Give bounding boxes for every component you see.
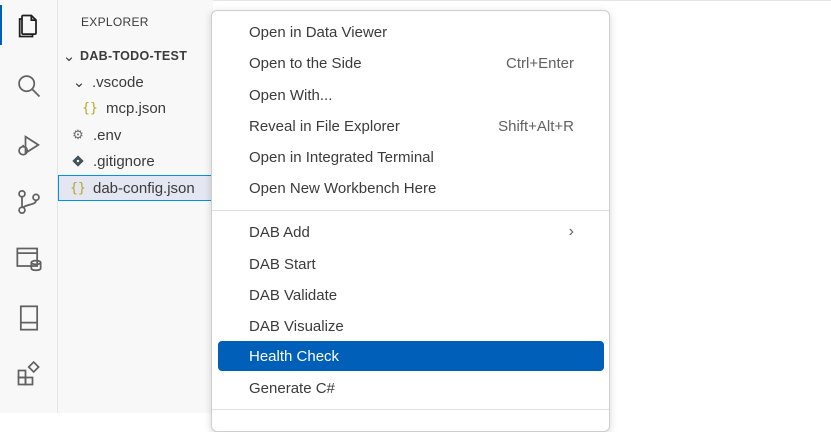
menu-label: DAB Add <box>249 223 310 241</box>
menu-label: Open in Integrated Terminal <box>249 148 434 166</box>
root-label: DAB-TODO-TEST <box>80 49 188 63</box>
menu-label: Open With... <box>249 86 333 104</box>
menu-dab-add[interactable]: DAB Add › <box>218 217 604 247</box>
menu-open-in-data-viewer[interactable]: Open in Data Viewer <box>218 17 604 47</box>
context-menu: Open in Data Viewer Open to the Side Ctr… <box>211 10 610 432</box>
tree-item-dab-config-json[interactable]: {} dab-config.json <box>58 175 225 201</box>
menu-label: DAB Validate <box>249 286 338 304</box>
tree-item-label: .vscode <box>92 73 144 91</box>
menu-dab-start[interactable]: DAB Start <box>218 249 604 279</box>
menu-dab-visualize[interactable]: DAB Visualize <box>218 311 604 341</box>
menu-health-check[interactable]: Health Check <box>218 341 604 371</box>
git-icon <box>70 155 86 167</box>
tree-item-gitignore[interactable]: .gitignore <box>58 148 225 174</box>
search-icon[interactable] <box>0 66 57 106</box>
chevron-right-icon: › <box>568 223 574 240</box>
extensions-icon[interactable] <box>0 354 57 394</box>
menu-label: Open in Data Viewer <box>249 23 388 41</box>
sidebar-title: EXPLORER <box>81 15 149 29</box>
tree-item-label: dab-config.json <box>93 179 195 197</box>
menu-label: Generate C# <box>249 379 335 397</box>
tree-item-label: mcp.json <box>106 99 167 117</box>
menu-open-new-workbench-here[interactable]: Open New Workbench Here <box>218 173 604 203</box>
layout-icon[interactable] <box>0 298 57 338</box>
menu-label: DAB Start <box>249 255 316 273</box>
json-file-icon: {} <box>82 100 98 116</box>
menu-open-to-the-side[interactable]: Open to the Side Ctrl+Enter <box>218 48 604 78</box>
menu-reveal-in-file-explorer[interactable]: Reveal in File Explorer Shift+Alt+R <box>218 111 604 141</box>
tree-item-label: .gitignore <box>93 152 155 170</box>
run-debug-icon[interactable] <box>0 126 57 166</box>
explorer-icon[interactable] <box>0 6 57 46</box>
menu-shortcut: Ctrl+Enter <box>506 54 574 72</box>
tree-root[interactable]: ⌄ DAB-TODO-TEST <box>58 43 217 69</box>
chevron-down-icon: ⌄ <box>72 74 86 91</box>
chevron-down-icon: ⌄ <box>62 48 76 65</box>
activity-bar <box>0 0 58 413</box>
menu-label: Open New Workbench Here <box>249 179 437 197</box>
tree-item-label: .env <box>93 126 122 144</box>
menu-label: Reveal in File Explorer <box>249 117 400 135</box>
json-file-icon: {} <box>70 180 86 196</box>
menu-separator <box>212 210 609 211</box>
source-control-icon[interactable] <box>0 182 57 222</box>
menu-separator <box>212 409 609 410</box>
gear-icon: ⚙ <box>72 127 84 142</box>
menu-dab-validate[interactable]: DAB Validate <box>218 280 604 310</box>
menu-label: DAB Visualize <box>249 317 344 335</box>
tree-item-vscode[interactable]: ⌄ .vscode <box>58 69 227 95</box>
menu-open-with[interactable]: Open With... <box>218 80 604 110</box>
tree-item-env[interactable]: ⚙ .env <box>58 122 225 148</box>
menu-label: Health Check <box>249 347 340 365</box>
database-icon[interactable] <box>0 239 57 279</box>
explorer-sidebar: EXPLORER ⌄ DAB-TODO-TEST ⌄ .vscode {} mc… <box>58 0 225 413</box>
menu-open-in-integrated-terminal[interactable]: Open in Integrated Terminal <box>218 142 604 172</box>
menu-generate-csharp[interactable]: Generate C# <box>218 373 604 403</box>
menu-shortcut: Shift+Alt+R <box>498 117 574 135</box>
menu-label: Open to the Side <box>249 54 362 72</box>
